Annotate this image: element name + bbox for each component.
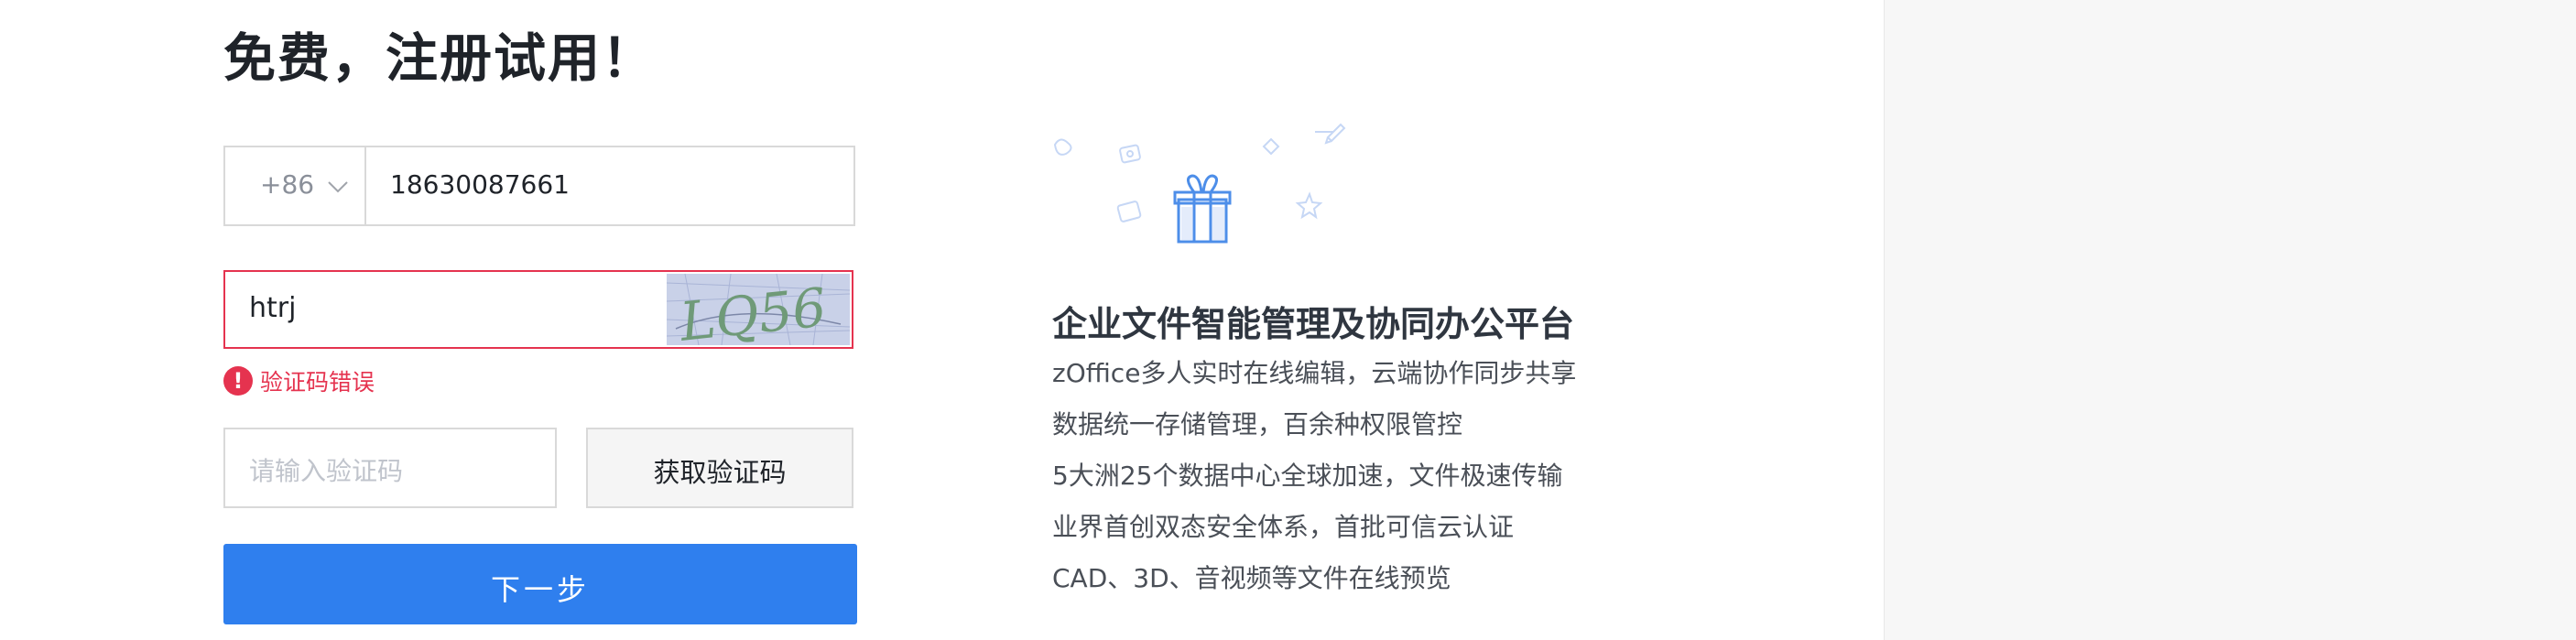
error-text: 验证码错误: [260, 369, 375, 396]
phone-input[interactable]: 18630087661: [364, 146, 855, 226]
feature-item: 5大洲25个数据中心全球加速，文件极速传输: [1052, 461, 1563, 491]
feature-title: 企业文件智能管理及协同办公平台: [1052, 304, 1575, 344]
captcha-input[interactable]: htrj LQ56: [223, 270, 853, 349]
sms-code-placeholder: 请输入验证码: [249, 456, 404, 486]
feature-item: zOffice多人实时在线编辑，云端协作同步共享: [1052, 358, 1577, 388]
gift-illustration: [1053, 123, 1346, 244]
phone-value: 18630087661: [390, 169, 570, 200]
next-button[interactable]: 下一步: [223, 544, 857, 624]
page-title: 免费，注册试用！: [223, 28, 656, 89]
get-code-button[interactable]: 获取验证码: [586, 428, 853, 508]
country-code-value: +86: [260, 169, 315, 200]
feature-item: 数据统一存储管理，百余种权限管控: [1052, 409, 1463, 439]
captcha-value: htrj: [249, 292, 297, 324]
captcha-image[interactable]: LQ56: [667, 274, 850, 345]
phone-row: +86 18630087661: [223, 146, 855, 226]
right-panel: [1884, 0, 2576, 640]
get-code-label: 获取验证码: [653, 457, 787, 488]
feature-item: CAD、3D、音视频等文件在线预览: [1052, 563, 1451, 593]
captcha-row: htrj LQ56: [223, 270, 853, 349]
chevron-down-icon: [328, 181, 348, 193]
country-code-select[interactable]: +86: [223, 146, 365, 226]
feature-item: 业界首创双态安全体系，首批可信云认证: [1052, 512, 1515, 542]
captcha-error: ! 验证码错误: [223, 365, 375, 396]
sms-code-input[interactable]: 请输入验证码: [223, 428, 557, 508]
exclamation-circle-icon: !: [223, 366, 253, 396]
next-label: 下一步: [490, 572, 590, 607]
